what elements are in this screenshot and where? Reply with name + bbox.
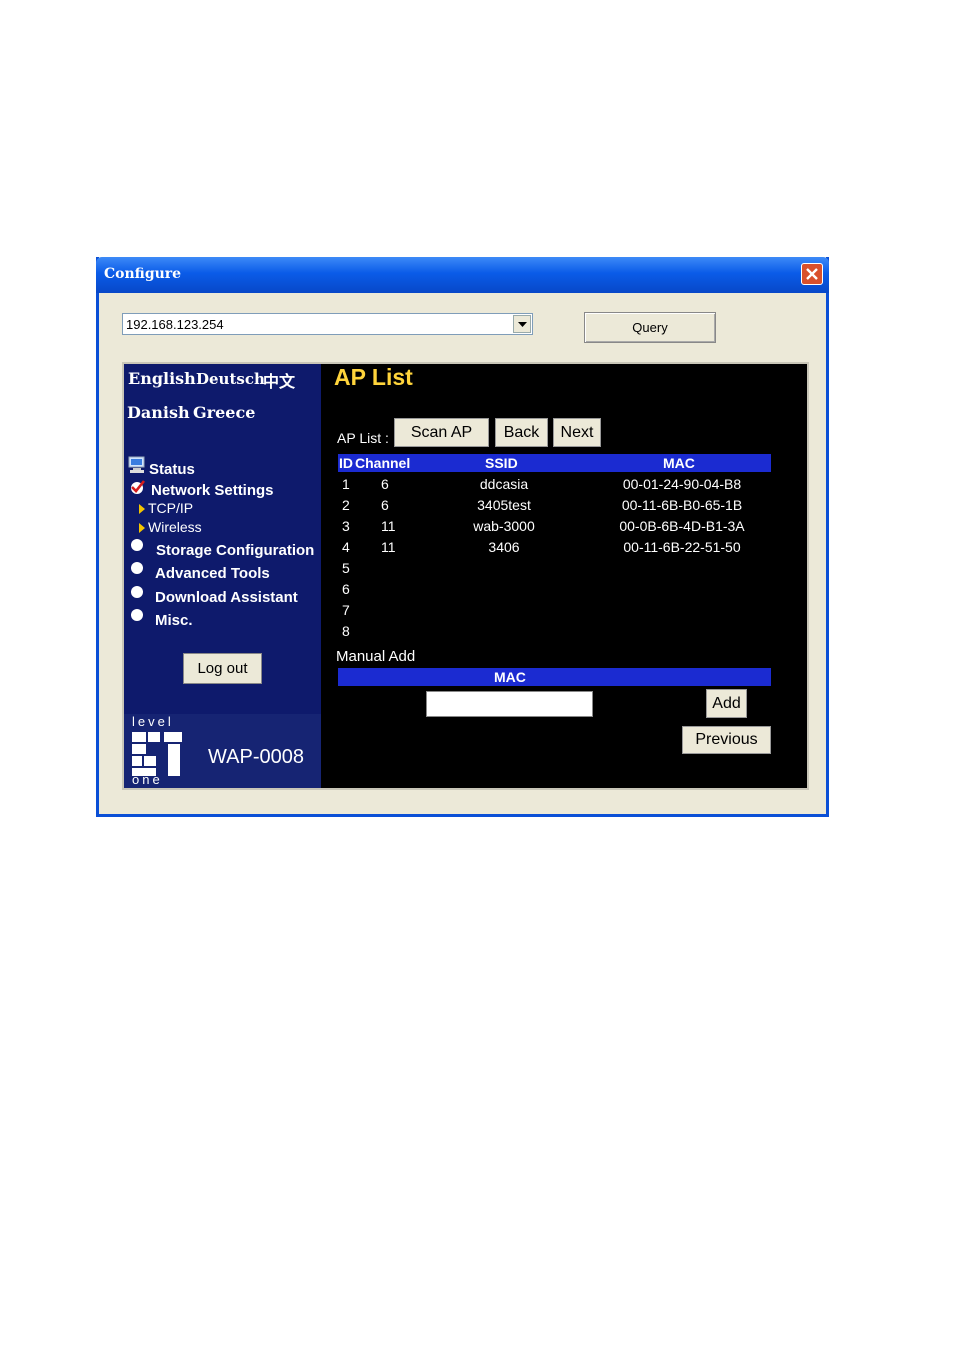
- cell-id: 4: [342, 539, 350, 555]
- address-input[interactable]: [123, 314, 514, 334]
- lang-deutsch[interactable]: Deutsch: [196, 370, 265, 388]
- sidebar-item-misc[interactable]: Misc.: [155, 612, 193, 629]
- sidebar-item-network-settings[interactable]: Network Settings: [151, 482, 274, 499]
- logout-button[interactable]: Log out: [183, 653, 262, 684]
- lang-greece[interactable]: Greece: [193, 403, 255, 422]
- bullet-icon: [131, 539, 143, 551]
- header-mac: MAC: [663, 455, 695, 471]
- arrow-right-icon: [139, 504, 145, 514]
- arrow-right-icon: [139, 523, 145, 533]
- brand-logo: level one WAP-0008: [124, 714, 321, 788]
- page-title: AP List: [334, 364, 413, 390]
- query-button[interactable]: Query: [584, 312, 716, 343]
- ap-table-header: ID Channel SSID MAC: [338, 454, 771, 472]
- cell-id: 8: [342, 623, 350, 639]
- table-row[interactable]: 3 11 wab-3000 00-0B-6B-4D-B1-3A: [338, 516, 771, 537]
- next-button[interactable]: Next: [553, 418, 601, 447]
- table-row[interactable]: 4 11 3406 00-11-6B-22-51-50: [338, 537, 771, 558]
- content-panel: English Deutsch 中文 Danish Greece Status …: [122, 362, 809, 790]
- model-name: WAP-0008: [208, 746, 304, 768]
- close-button[interactable]: [801, 263, 823, 285]
- dropdown-button[interactable]: [513, 315, 531, 333]
- lang-danish[interactable]: Danish: [127, 403, 190, 422]
- address-combobox[interactable]: [122, 313, 533, 335]
- bullet-icon: [131, 586, 143, 598]
- sidebar-item-status[interactable]: Status: [149, 461, 195, 478]
- cell-id: 7: [342, 602, 350, 618]
- cell-channel: 6: [381, 497, 389, 513]
- close-icon: [806, 268, 818, 280]
- sidebar-item-storage[interactable]: Storage Configuration: [156, 542, 314, 559]
- checkmark-icon: [131, 480, 146, 494]
- cell-ssid: 3405test: [477, 497, 531, 513]
- bullet-icon: [131, 609, 143, 621]
- chevron-down-icon: [518, 322, 527, 327]
- cell-id: 3: [342, 518, 350, 534]
- cell-mac: 00-01-24-90-04-B8: [622, 476, 742, 492]
- cell-mac: 00-11-6B-B0-65-1B: [621, 497, 743, 513]
- cell-channel: 11: [381, 539, 396, 555]
- table-row[interactable]: 5: [338, 558, 771, 579]
- configure-window: Configure Query English Deutsch 中文 Danis…: [96, 257, 829, 817]
- brand-one: one: [132, 772, 163, 787]
- sidebar-item-tcpip[interactable]: TCP/IP: [148, 500, 193, 516]
- sidebar-item-wireless[interactable]: Wireless: [148, 519, 202, 535]
- mac-input[interactable]: [426, 691, 593, 717]
- cell-id: 2: [342, 497, 350, 513]
- cell-channel: 11: [381, 518, 396, 534]
- window-title: Configure: [104, 266, 182, 282]
- add-button[interactable]: Add: [706, 689, 747, 718]
- cell-mac: 00-11-6B-22-51-50: [623, 539, 741, 555]
- cell-id: 5: [342, 560, 350, 576]
- logo-mark-icon: [132, 732, 184, 776]
- sidebar-item-download[interactable]: Download Assistant: [155, 589, 298, 606]
- header-ssid: SSID: [485, 455, 518, 471]
- sidebar: English Deutsch 中文 Danish Greece Status …: [124, 364, 321, 788]
- cell-channel: 6: [381, 476, 389, 492]
- ap-list-label: AP List :: [337, 430, 389, 446]
- cell-ssid: wab-3000: [473, 518, 535, 534]
- lang-chinese[interactable]: 中文: [263, 368, 295, 392]
- table-row[interactable]: 8: [338, 621, 771, 642]
- bullet-icon: [131, 562, 143, 574]
- cell-ssid: ddcasia: [479, 476, 529, 492]
- lang-english[interactable]: English: [128, 369, 196, 388]
- table-row[interactable]: 6: [338, 579, 771, 600]
- manual-add-label: Manual Add: [336, 648, 416, 665]
- table-row[interactable]: 1 6 ddcasia 00-01-24-90-04-B8: [338, 474, 771, 495]
- brand-level: level: [132, 714, 174, 729]
- scan-ap-button[interactable]: Scan AP: [394, 418, 489, 447]
- header-channel: Channel: [355, 455, 411, 471]
- mac-header-label: MAC: [494, 669, 526, 685]
- sidebar-item-advanced[interactable]: Advanced Tools: [155, 565, 270, 582]
- table-row[interactable]: 2 6 3405test 00-11-6B-B0-65-1B: [338, 495, 771, 516]
- cell-id: 1: [342, 476, 350, 492]
- previous-button[interactable]: Previous: [682, 726, 771, 754]
- cell-ssid: 3406: [488, 539, 520, 555]
- mac-header: MAC: [338, 668, 771, 686]
- back-button[interactable]: Back: [495, 418, 548, 447]
- header-id: ID: [339, 455, 353, 471]
- table-row[interactable]: 7: [338, 600, 771, 621]
- cell-mac: 00-0B-6B-4D-B1-3A: [619, 518, 745, 534]
- title-bar[interactable]: Configure: [96, 257, 829, 293]
- monitor-icon: [128, 456, 145, 473]
- cell-id: 6: [342, 581, 350, 597]
